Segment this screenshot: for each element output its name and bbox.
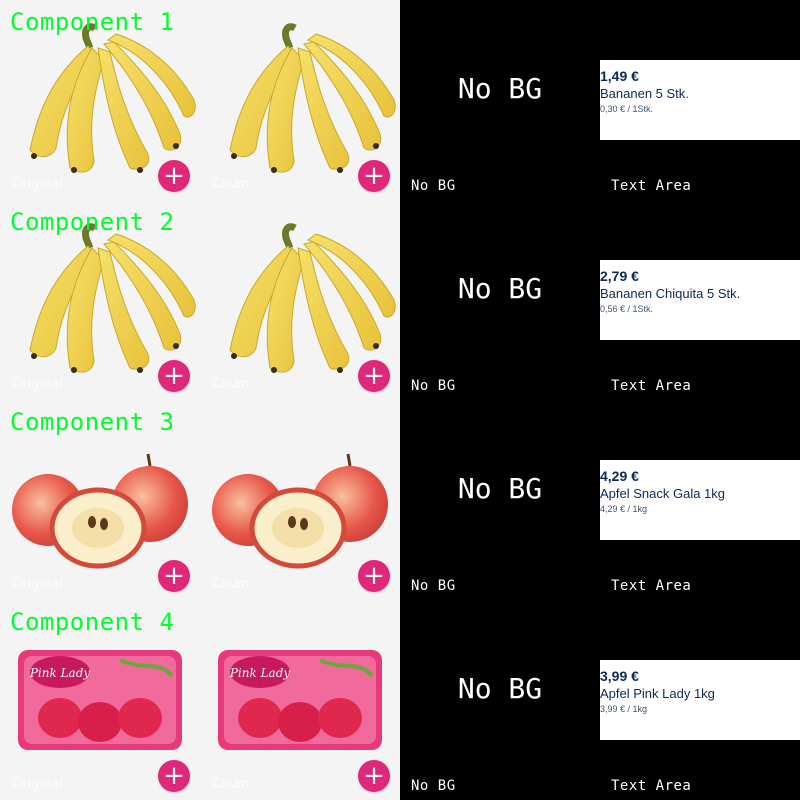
price: 2,79 € [600, 268, 639, 284]
add-to-cart-button[interactable]: + [358, 560, 390, 592]
nobg-big-label: No BG [457, 72, 543, 105]
text-area-label: Text Area [611, 378, 692, 394]
add-to-cart-button[interactable]: + [358, 160, 390, 192]
unit-price: 0,30 € / 1Stk. [600, 104, 654, 114]
clean-label: Clean [212, 777, 249, 792]
text-area-label: Text Area [611, 778, 692, 794]
nobg-tile: No BG No BG [400, 200, 600, 400]
original-label: Original [12, 777, 63, 792]
nobg-tile: No BG No BG [400, 400, 600, 600]
product-name: Apfel Snack Gala 1kg [600, 486, 726, 501]
nobg-tile: No BG No BG [400, 600, 600, 800]
clean-tile: Clean + [200, 400, 400, 600]
clean-label: Clean [212, 577, 249, 592]
nobg-big-label: No BG [457, 472, 543, 505]
nobg-small-label: No BG [411, 578, 456, 594]
component-row-2: Original + Component 2 Clean + No BG No … [0, 200, 800, 400]
add-to-cart-button[interactable]: + [158, 560, 190, 592]
component-row-4: Original + Component 4 Clean + No BG No … [0, 600, 800, 800]
clean-tile: Clean + [200, 200, 400, 400]
product-name: Bananen 5 Stk. [600, 86, 689, 101]
text-area-tile: 1,49 € Bananen 5 Stk. 0,30 € / 1Stk. Tex… [600, 0, 800, 200]
text-area-tile: 4,29 € Apfel Snack Gala 1kg 4,29 € / 1kg… [600, 400, 800, 600]
unit-price: 4,29 € / 1kg [600, 504, 648, 514]
component-label: Component 4 [10, 608, 175, 636]
clean-tile: Clean + [200, 0, 400, 200]
clean-label: Clean [212, 177, 249, 192]
price-card: 3,99 € Apfel Pink Lady 1kg 3,99 € / 1kg [600, 660, 800, 740]
price: 4,29 € [600, 468, 639, 484]
nobg-small-label: No BG [411, 178, 456, 194]
price: 3,99 € [600, 668, 639, 684]
original-label: Original [12, 377, 63, 392]
price-card: 1,49 € Bananen 5 Stk. 0,30 € / 1Stk. [600, 60, 800, 140]
nobg-tile: No BG No BG [400, 0, 600, 200]
component-row-3: Original + Component 3 Clean + No BG No … [0, 400, 800, 600]
clean-tile: Clean + [200, 600, 400, 800]
nobg-small-label: No BG [411, 378, 456, 394]
nobg-big-label: No BG [457, 272, 543, 305]
component-label: Component 1 [10, 8, 175, 36]
product-name: Apfel Pink Lady 1kg [600, 686, 715, 701]
price-card: 4,29 € Apfel Snack Gala 1kg 4,29 € / 1kg [600, 460, 800, 540]
original-label: Original [12, 177, 63, 192]
add-to-cart-button[interactable]: + [358, 360, 390, 392]
nobg-big-label: No BG [457, 672, 543, 705]
text-area-tile: 3,99 € Apfel Pink Lady 1kg 3,99 € / 1kg … [600, 600, 800, 800]
product-name: Bananen Chiquita 5 Stk. [600, 286, 741, 301]
text-area-label: Text Area [611, 578, 692, 594]
clean-label: Clean [212, 377, 249, 392]
text-area-tile: 2,79 € Bananen Chiquita 5 Stk. 0,56 € / … [600, 200, 800, 400]
add-to-cart-button[interactable]: + [158, 760, 190, 792]
original-label: Original [12, 577, 63, 592]
unit-price: 3,99 € / 1kg [600, 704, 648, 714]
price-card: 2,79 € Bananen Chiquita 5 Stk. 0,56 € / … [600, 260, 800, 340]
price: 1,49 € [600, 68, 639, 84]
text-area-label: Text Area [611, 178, 692, 194]
component-row-1: Original + Component 1 Clean + No BG No … [0, 0, 800, 200]
add-to-cart-button[interactable]: + [358, 760, 390, 792]
component-label: Component 3 [10, 408, 175, 436]
component-label: Component 2 [10, 208, 175, 236]
nobg-small-label: No BG [411, 778, 456, 794]
add-to-cart-button[interactable]: + [158, 160, 190, 192]
add-to-cart-button[interactable]: + [158, 360, 190, 392]
unit-price: 0,56 € / 1Stk. [600, 304, 654, 314]
